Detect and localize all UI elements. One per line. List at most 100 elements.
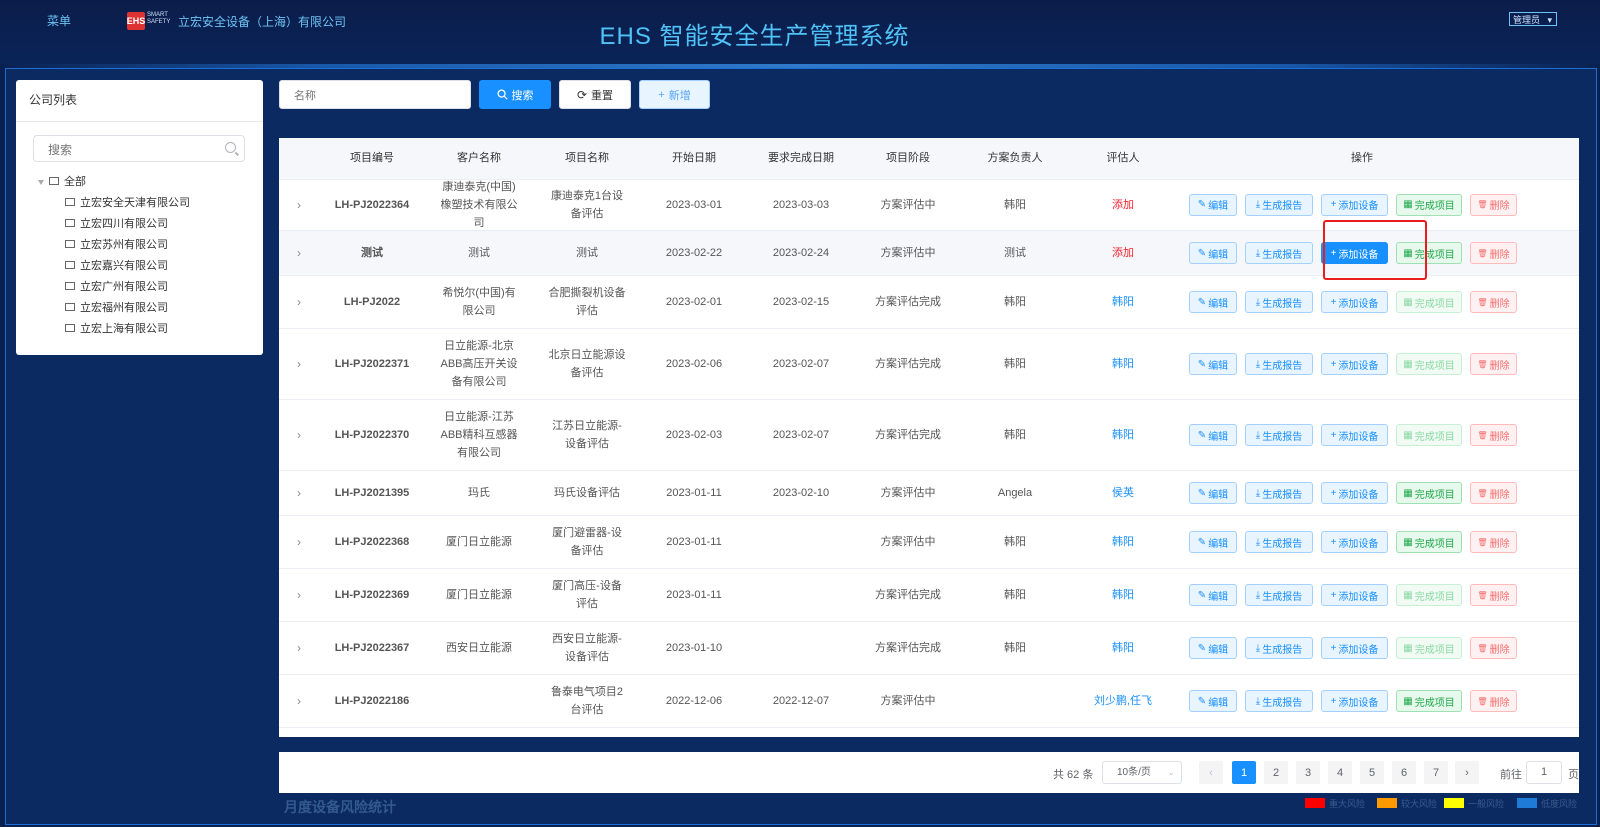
page-button[interactable]: 5 xyxy=(1360,761,1384,784)
cell-assessor[interactable]: 侯英 xyxy=(1069,471,1177,515)
generate-report-button[interactable]: ⤓ 生成报告 xyxy=(1245,242,1313,264)
tree-node-company[interactable]: 立宏广州有限公司 xyxy=(38,277,190,298)
prev-page-button[interactable]: ‹ xyxy=(1199,761,1223,784)
reset-button[interactable]: ⟳ 重置 xyxy=(559,80,631,109)
generate-report-button[interactable]: ⤓ 生成报告 xyxy=(1245,424,1313,446)
tree-node-company[interactable]: 立宏嘉兴有限公司 xyxy=(38,256,190,277)
expand-row-button[interactable]: › xyxy=(279,276,319,328)
delete-button[interactable]: 🗑 删除 xyxy=(1470,482,1517,504)
complete-project-button[interactable]: ▦ 完成项目 xyxy=(1396,353,1462,375)
edit-button[interactable]: ✎ 编辑 xyxy=(1189,424,1237,446)
edit-button[interactable]: ✎ 编辑 xyxy=(1189,531,1237,553)
expand-row-button[interactable]: › xyxy=(279,516,319,568)
generate-report-button[interactable]: ⤓ 生成报告 xyxy=(1245,637,1313,659)
add-button[interactable]: + 新增 xyxy=(639,80,710,109)
delete-button[interactable]: 🗑 删除 xyxy=(1470,242,1517,264)
delete-button[interactable]: 🗑 删除 xyxy=(1470,584,1517,606)
edit-button[interactable]: ✎ 编辑 xyxy=(1189,690,1237,712)
delete-button[interactable]: 🗑 删除 xyxy=(1470,193,1517,216)
delete-button[interactable]: 🗑 删除 xyxy=(1470,531,1517,553)
user-menu[interactable]: 管理员 ▾ xyxy=(1509,12,1557,26)
tree-node-company[interactable]: 立宏上海有限公司 xyxy=(38,319,190,340)
edit-button[interactable]: ✎ 编辑 xyxy=(1189,584,1237,606)
add-device-button[interactable]: + 添加设备 xyxy=(1321,291,1388,313)
page-button[interactable]: 7 xyxy=(1424,761,1448,784)
cell-assessor[interactable]: 添加 xyxy=(1069,179,1177,230)
next-page-button[interactable]: › xyxy=(1455,761,1479,784)
generate-report-button[interactable]: ⤓ 生成报告 xyxy=(1245,353,1313,375)
page-button[interactable]: 4 xyxy=(1328,761,1352,784)
search-button[interactable]: 搜索 xyxy=(479,80,551,109)
cell-assessor[interactable]: 韩阳 xyxy=(1069,276,1177,328)
complete-project-button[interactable]: ▦ 完成项目 xyxy=(1396,531,1462,553)
page-button[interactable]: 2 xyxy=(1264,761,1288,784)
expand-row-button[interactable]: › xyxy=(279,675,319,727)
generate-report-button[interactable]: ⤓ 生成报告 xyxy=(1245,584,1313,606)
complete-project-button[interactable]: ▦ 完成项目 xyxy=(1396,637,1462,659)
cell-assessor[interactable]: 韩阳 xyxy=(1069,400,1177,470)
expand-row-button[interactable]: › xyxy=(279,569,319,621)
tree-node-company[interactable]: 立宏四川有限公司 xyxy=(38,214,190,235)
name-filter-input[interactable] xyxy=(292,81,466,110)
add-device-button[interactable]: + 添加设备 xyxy=(1321,531,1388,553)
expand-row-button[interactable]: › xyxy=(279,179,319,230)
company-search-input[interactable] xyxy=(46,136,220,163)
cell-assessor[interactable]: 韩阳 xyxy=(1069,622,1177,674)
goto-page-input[interactable]: 1 xyxy=(1526,761,1562,784)
complete-project-button[interactable]: ▦ 完成项目 xyxy=(1396,690,1462,712)
caret-down-icon[interactable] xyxy=(38,179,44,185)
complete-project-button[interactable]: ▦ 完成项目 xyxy=(1396,291,1462,313)
edit-button[interactable]: ✎ 编辑 xyxy=(1189,291,1237,313)
delete-button[interactable]: 🗑 删除 xyxy=(1470,353,1517,375)
cell-assessor[interactable]: 韩阳 xyxy=(1069,516,1177,568)
add-device-button[interactable]: + 添加设备 xyxy=(1321,482,1388,504)
generate-report-button[interactable]: ⤓ 生成报告 xyxy=(1245,193,1313,216)
cell-due: 2023-02-10 xyxy=(772,487,830,499)
complete-project-button[interactable]: ▦ 完成项目 xyxy=(1396,424,1462,446)
generate-report-button[interactable]: ⤓ 生成报告 xyxy=(1245,482,1313,504)
add-device-button[interactable]: + 添加设备 xyxy=(1321,424,1388,446)
chevron-right-icon: › xyxy=(297,246,301,260)
edit-button[interactable]: ✎ 编辑 xyxy=(1189,637,1237,659)
cell-assessor[interactable]: 添加 xyxy=(1069,231,1177,275)
name-filter-field[interactable] xyxy=(279,80,471,110)
expand-row-button[interactable]: › xyxy=(279,329,319,399)
company-search-field[interactable] xyxy=(33,135,245,163)
page-size-select[interactable]: 10条/页 ⌄ xyxy=(1102,761,1182,784)
tree-node-company[interactable]: 立宏安全天津有限公司 xyxy=(38,193,190,214)
add-device-button[interactable]: + 添加设备 xyxy=(1321,193,1388,216)
tree-node-root[interactable]: 全部 xyxy=(38,172,190,193)
edit-button[interactable]: ✎ 编辑 xyxy=(1189,482,1237,504)
page-button[interactable]: 3 xyxy=(1296,761,1320,784)
expand-row-button[interactable]: › xyxy=(279,400,319,470)
generate-report-button[interactable]: ⤓ 生成报告 xyxy=(1245,291,1313,313)
delete-button[interactable]: 🗑 删除 xyxy=(1470,637,1517,659)
expand-row-button[interactable]: › xyxy=(279,231,319,275)
tree-node-company[interactable]: 立宏苏州有限公司 xyxy=(38,235,190,256)
cell-assessor[interactable]: 刘少鹏,任飞 xyxy=(1069,675,1177,727)
cell-assessor[interactable]: 韩阳 xyxy=(1069,329,1177,399)
page-button[interactable]: 1 xyxy=(1232,761,1256,784)
cell-customer: 厦门日立能源 xyxy=(446,589,512,601)
add-device-button[interactable]: + 添加设备 xyxy=(1321,584,1388,606)
edit-button[interactable]: ✎ 编辑 xyxy=(1189,193,1237,216)
add-device-button[interactable]: + 添加设备 xyxy=(1321,637,1388,659)
search-icon[interactable] xyxy=(225,142,236,153)
tree-node-company[interactable]: 立宏福州有限公司 xyxy=(38,298,190,319)
edit-button[interactable]: ✎ 编辑 xyxy=(1189,353,1237,375)
delete-button[interactable]: 🗑 删除 xyxy=(1470,690,1517,712)
edit-button[interactable]: ✎ 编辑 xyxy=(1189,242,1237,264)
cell-assessor[interactable]: 韩阳 xyxy=(1069,569,1177,621)
expand-row-button[interactable]: › xyxy=(279,471,319,515)
generate-report-button[interactable]: ⤓ 生成报告 xyxy=(1245,531,1313,553)
add-device-button[interactable]: + 添加设备 xyxy=(1321,690,1388,712)
delete-button[interactable]: 🗑 删除 xyxy=(1470,424,1517,446)
page-button[interactable]: 6 xyxy=(1392,761,1416,784)
delete-button[interactable]: 🗑 删除 xyxy=(1470,291,1517,313)
complete-project-button[interactable]: ▦ 完成项目 xyxy=(1396,584,1462,606)
generate-report-button[interactable]: ⤓ 生成报告 xyxy=(1245,690,1313,712)
complete-project-button[interactable]: ▦ 完成项目 xyxy=(1396,193,1462,216)
add-device-button[interactable]: + 添加设备 xyxy=(1321,353,1388,375)
complete-project-button[interactable]: ▦ 完成项目 xyxy=(1396,482,1462,504)
expand-row-button[interactable]: › xyxy=(279,622,319,674)
